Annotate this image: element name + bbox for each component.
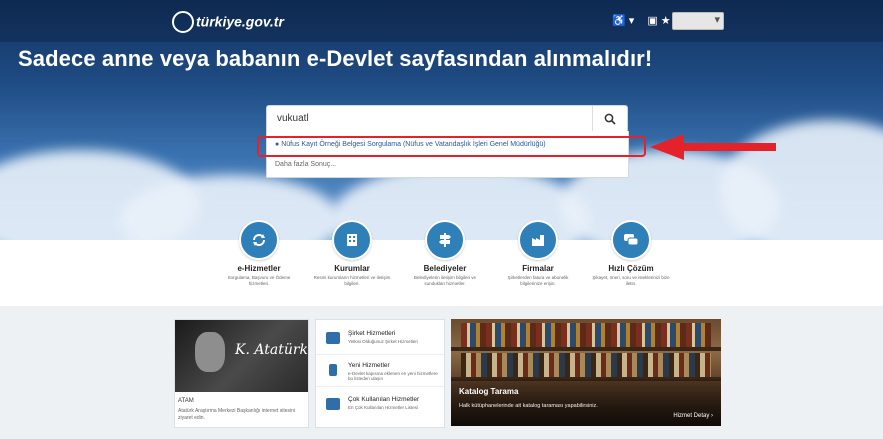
building-icon bbox=[332, 220, 372, 260]
pin-icon bbox=[329, 364, 337, 376]
signature-image: K. Atatürk bbox=[235, 342, 309, 358]
display-settings-icon[interactable]: ▣ ★ bbox=[647, 15, 670, 27]
service-desc: Belediyelerin iletişim bilgileri ve sund… bbox=[413, 275, 477, 286]
list-item[interactable]: Çok Kullanılan Hizmetler En Çok Kullanıl… bbox=[316, 390, 444, 420]
list-icon bbox=[326, 398, 340, 410]
books-decoration bbox=[461, 353, 711, 377]
ataturk-photo: K. Atatürk bbox=[175, 320, 308, 392]
factory-icon bbox=[518, 220, 558, 260]
service-firmalar[interactable]: Firmalar Şirketlerden fatura ve abonelik… bbox=[498, 220, 578, 287]
search-box bbox=[266, 105, 628, 133]
detail-label: Hizmet Detay bbox=[673, 413, 710, 419]
logo-text: türkiye.gov.tr bbox=[196, 13, 284, 30]
site-logo[interactable]: türkiye.gov.tr bbox=[172, 11, 284, 34]
search-icon bbox=[604, 113, 616, 125]
atam-title: ATAM bbox=[178, 398, 194, 404]
service-title: Belediyeler bbox=[423, 264, 467, 273]
books-decoration bbox=[461, 323, 711, 347]
list-item-title: Çok Kullanılan Hizmetler bbox=[348, 396, 420, 403]
service-belediyeler[interactable]: Belediyeler Belediyelerin iletişim bilgi… bbox=[405, 220, 485, 287]
atam-card[interactable]: K. Atatürk ATAM Atatürk Araştırma Merkez… bbox=[174, 319, 309, 428]
service-kurumlar[interactable]: Kurumlar Resmi kurumların hizmetleri ve … bbox=[312, 220, 392, 287]
list-item-title: Yeni Hizmetler bbox=[348, 362, 390, 369]
service-hizli-cozum[interactable]: Hızlı Çözüm Şikayet, öneri, soru ve iste… bbox=[591, 220, 671, 287]
red-arrow-icon bbox=[650, 134, 776, 160]
service-e-hizmetler[interactable]: e-Hizmetler Sorgulama, Başvuru ve Ödeme … bbox=[219, 220, 299, 287]
more-results-link[interactable]: Daha fazla Sonuç... bbox=[275, 161, 336, 168]
search-input[interactable] bbox=[275, 112, 579, 125]
services-list-card: Şirket Hizmetleri Yetkisi Olduğunuz Şirk… bbox=[315, 319, 445, 428]
bottom-section: K. Atatürk ATAM Atatürk Araştırma Merkez… bbox=[0, 306, 883, 439]
list-item[interactable]: Yeni Hizmetler e-Devlet kapısına eklenen… bbox=[316, 356, 444, 387]
service-title: e-Hizmetler bbox=[237, 264, 281, 273]
accessibility-icon[interactable]: ♿ ▾ bbox=[612, 15, 634, 27]
service-title: Hızlı Çözüm bbox=[608, 264, 654, 273]
list-item-title: Şirket Hizmetleri bbox=[348, 330, 396, 337]
top-icons: ♿ ▾ ▣ ★ bbox=[612, 14, 681, 27]
service-desc: Şikayet, öneri, soru ve isteklerinizi bi… bbox=[592, 275, 670, 286]
chevron-right-icon: › bbox=[711, 413, 713, 419]
katalog-card[interactable]: Katalog Tarama Halk kütüphanelerinde ait… bbox=[451, 319, 721, 426]
service-desc: Şirketlerden fatura ve abonelik bilgiler… bbox=[507, 275, 569, 286]
list-item-desc: En Çok Kullanılan Hizmetler Listesi bbox=[348, 405, 419, 410]
top-bar: türkiye.gov.tr ♿ ▾ ▣ ★ bbox=[0, 0, 883, 42]
list-item[interactable]: Şirket Hizmetleri Yetkisi Olduğunuz Şirk… bbox=[316, 324, 444, 355]
signpost-icon bbox=[425, 220, 465, 260]
chat-icon bbox=[611, 220, 651, 260]
service-title: Firmalar bbox=[522, 264, 554, 273]
service-bar: e-Hizmetler Sorgulama, Başvuru ve Ödeme … bbox=[0, 220, 883, 302]
hero-banner: türkiye.gov.tr ♿ ▾ ▣ ★ Sadece anne veya … bbox=[0, 0, 883, 240]
service-desc: Sorgulama, Başvuru ve Ödeme hizmetleri. bbox=[227, 275, 291, 286]
page-headline: Sadece anne veya babanın e-Devlet sayfas… bbox=[18, 46, 653, 71]
katalog-detail-link[interactable]: Hizmet Detay › bbox=[673, 413, 713, 419]
refresh-icon bbox=[239, 220, 279, 260]
atam-desc: Atatürk Araştırma Merkezi Başkanlığı int… bbox=[178, 408, 295, 421]
service-desc: Resmi kurumların hizmetleri ve iletişim … bbox=[313, 275, 391, 286]
language-select[interactable] bbox=[672, 12, 724, 30]
search-button[interactable] bbox=[592, 106, 627, 132]
service-title: Kurumlar bbox=[334, 264, 370, 273]
shelf-decoration bbox=[451, 347, 721, 351]
briefcase-icon bbox=[326, 332, 340, 344]
katalog-desc: Halk kütüphanelerinde ait katalog tarama… bbox=[459, 403, 598, 409]
list-item-desc: e-Devlet kapısına eklenen en yeni hizmet… bbox=[348, 371, 438, 381]
portrait-shape bbox=[195, 332, 225, 372]
e-logo-icon bbox=[172, 11, 194, 33]
list-item-desc: Yetkisi Olduğunuz Şirket Hizmetleri bbox=[348, 339, 418, 344]
katalog-title: Katalog Tarama bbox=[459, 387, 519, 396]
red-highlight-box bbox=[257, 136, 646, 157]
